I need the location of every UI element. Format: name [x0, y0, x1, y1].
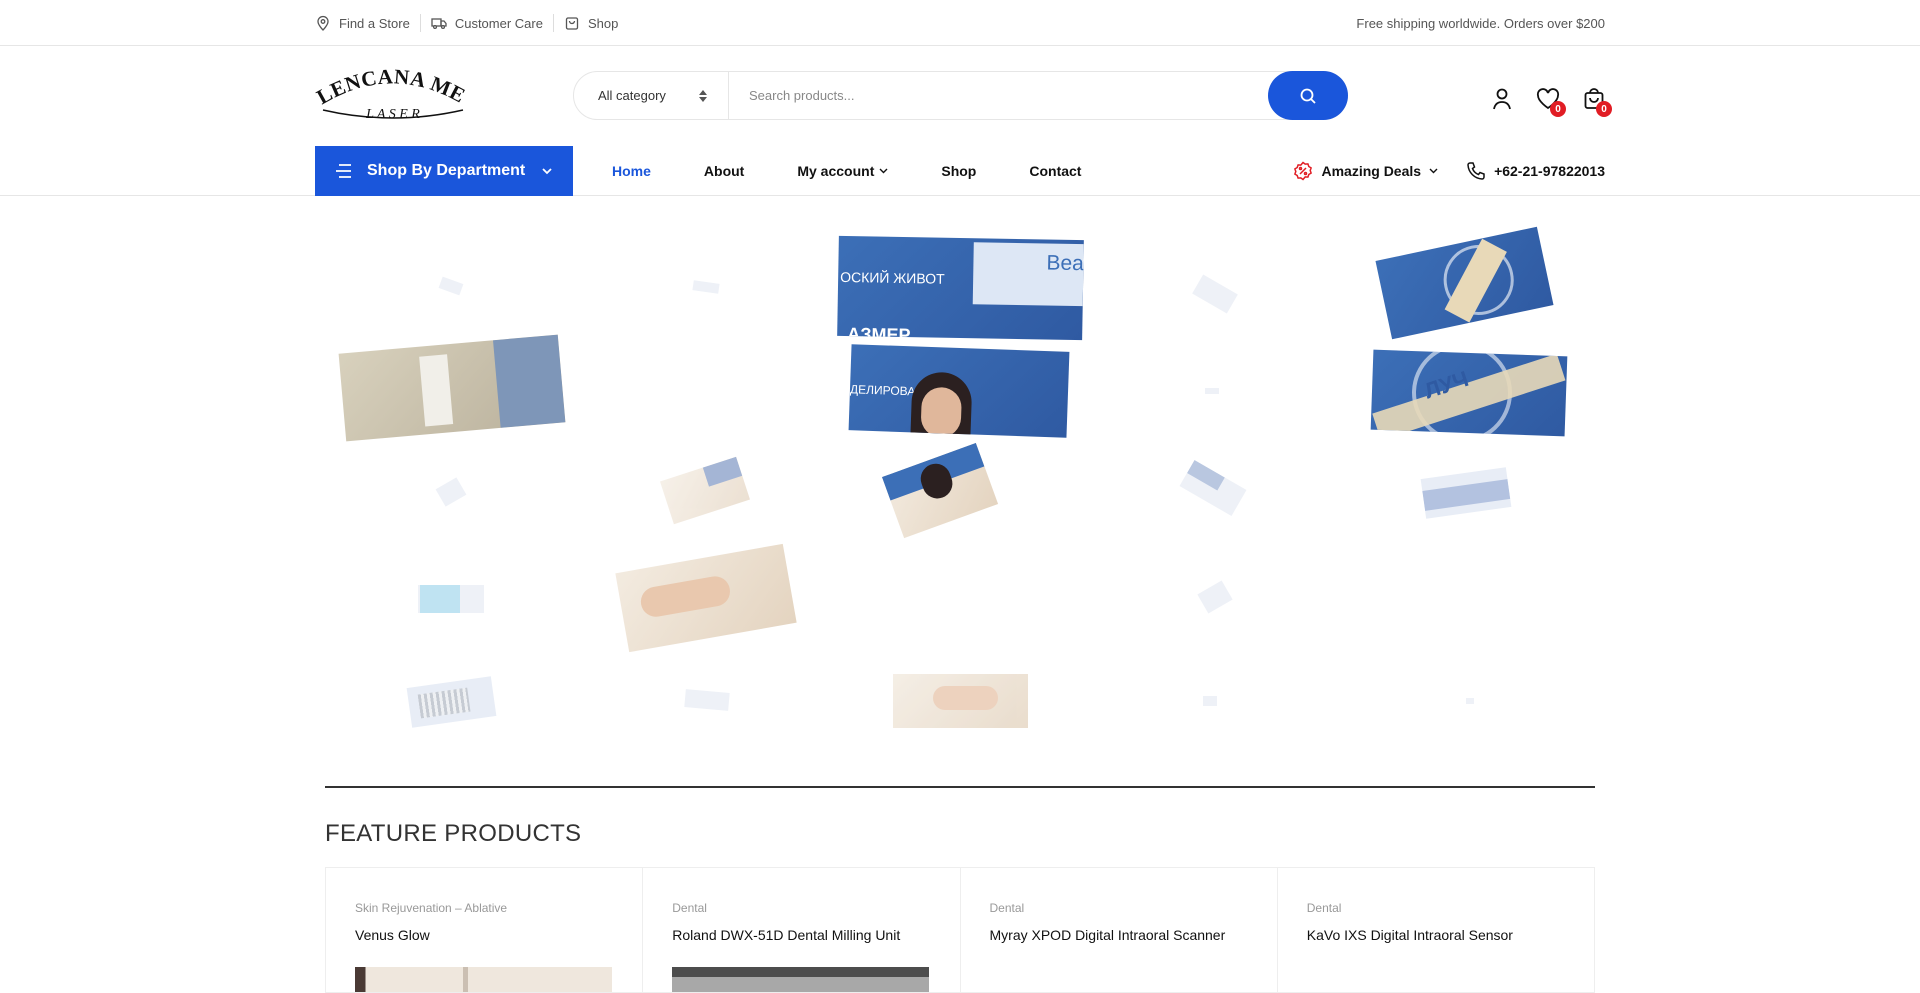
product-name[interactable]: Roland DWX-51D Dental Milling Unit — [672, 927, 929, 943]
hero-tile — [438, 276, 464, 296]
nav-item-shop[interactable]: Shop — [941, 163, 976, 179]
account-button[interactable] — [1490, 87, 1514, 111]
category-select-value: All category — [598, 88, 666, 103]
hero-slider[interactable]: Bea ОСКИЙ ЖИВОТ АЗМЕР ДЕЛИРОВА ЛУЧ — [315, 226, 1605, 738]
section-divider — [325, 786, 1595, 788]
logo-text: LENCANA MEDICAL — [315, 66, 469, 109]
search-icon — [1300, 88, 1316, 104]
banner-text-bottom: ДЕЛИРОВА — [849, 382, 916, 399]
shop-link[interactable]: Shop — [554, 15, 628, 31]
product-card[interactable]: Dental Roland DWX-51D Dental Milling Uni… — [643, 868, 961, 992]
hero-tile — [660, 456, 750, 525]
phone-icon — [1467, 162, 1485, 180]
main-nav: Shop By Department Home About My account… — [0, 146, 1920, 196]
product-card[interactable]: Dental KaVo IXS Digital Intraoral Sensor — [1278, 868, 1594, 992]
product-card[interactable]: Skin Rejuvenation – Ablative Venus Glow — [326, 868, 644, 992]
hero-tile — [615, 543, 797, 653]
hero-tile — [692, 280, 720, 294]
logo-subtext: L A S E R — [365, 107, 420, 122]
product-category[interactable]: Dental — [1307, 901, 1564, 915]
hero-tile — [893, 674, 1028, 728]
hero-tile — [435, 477, 467, 507]
product-name[interactable]: Venus Glow — [355, 927, 612, 943]
banner-text-top: ОСКИЙ ЖИВОТ — [840, 268, 945, 287]
product-grid: Skin Rejuvenation – Ablative Venus Glow … — [325, 867, 1595, 993]
svg-text:LENCANA MEDICAL: LENCANA MEDICAL — [315, 66, 470, 109]
product-image[interactable] — [355, 967, 612, 992]
shopping-bag-icon — [565, 17, 579, 30]
category-select[interactable]: All category — [574, 72, 729, 119]
customer-care-label: Customer Care — [454, 15, 543, 31]
menu-icon — [336, 164, 351, 178]
amazing-deals-dropdown[interactable]: Amazing Deals — [1293, 161, 1438, 181]
hero-tile — [406, 676, 497, 728]
hero-tile — [881, 442, 999, 539]
hero-tile: ЛУЧ — [1370, 349, 1568, 437]
section-title: FEATURE PRODUCTS — [325, 820, 582, 847]
hero-tile — [1375, 226, 1554, 340]
top-bar: Find a Store Customer Care Shop Free shi… — [0, 0, 1920, 46]
user-icon — [1493, 88, 1511, 110]
amazing-deals-label: Amazing Deals — [1321, 163, 1422, 179]
product-category[interactable]: Dental — [672, 901, 929, 915]
product-category[interactable]: Dental — [990, 901, 1247, 915]
nav-item-my-account[interactable]: My account — [797, 163, 888, 179]
department-label: Shop By Department — [367, 162, 526, 179]
header: LENCANA MEDICAL L A S E R All category 0 — [0, 46, 1920, 146]
hero-tile — [1420, 467, 1512, 519]
wishlist-count-badge: 0 — [1550, 101, 1566, 117]
product-category[interactable]: Skin Rejuvenation – Ablative — [355, 901, 612, 915]
banner-brand-text: Bea — [1046, 251, 1084, 276]
product-name[interactable]: KaVo IXS Digital Intraoral Sensor — [1307, 927, 1564, 943]
discount-badge-icon — [1294, 161, 1313, 181]
header-icons: 0 0 — [1490, 84, 1612, 117]
chevron-down-icon — [879, 168, 888, 174]
shop-label: Shop — [587, 15, 619, 31]
shipping-promo: Free shipping worldwide. Orders over $20… — [1356, 15, 1605, 31]
nav-item-contact[interactable]: Contact — [1029, 163, 1081, 179]
phone-link[interactable]: +62-21-97822013 — [1466, 161, 1605, 181]
search-button[interactable] — [1268, 71, 1348, 120]
cart-count-badge: 0 — [1596, 101, 1612, 117]
hero-tile — [1205, 388, 1219, 394]
banner-text-mid: АЗМЕР — [847, 324, 911, 341]
hero-tile — [1179, 460, 1247, 516]
nav-item-about[interactable]: About — [704, 163, 744, 179]
hero-tile — [1203, 696, 1217, 706]
logo[interactable]: LENCANA MEDICAL L A S E R — [315, 66, 470, 126]
hero-tile — [418, 585, 484, 613]
phone-number: +62-21-97822013 — [1494, 163, 1605, 179]
chevron-down-icon — [542, 168, 552, 175]
nav-item-my-account-label: My account — [797, 163, 875, 179]
hero-tile — [338, 334, 566, 442]
search-input[interactable] — [729, 72, 1347, 119]
find-store-link[interactable]: Find a Store — [315, 15, 420, 31]
map-pin-icon — [317, 15, 329, 31]
hero-tile: ДЕЛИРОВА — [848, 344, 1070, 438]
product-card[interactable]: Dental Myray XPOD Digital Intraoral Scan… — [961, 868, 1278, 992]
shop-by-department-button[interactable]: Shop By Department — [315, 146, 573, 196]
customer-care-link[interactable]: Customer Care — [421, 15, 553, 31]
chevron-down-icon — [1429, 168, 1438, 174]
cart-button[interactable]: 0 — [1582, 87, 1612, 117]
hero-tile: Bea ОСКИЙ ЖИВОТ АЗМЕР — [837, 235, 1084, 341]
top-links: Find a Store Customer Care Shop — [315, 0, 628, 46]
wishlist-button[interactable]: 0 — [1536, 87, 1566, 117]
truck-icon — [431, 18, 447, 30]
hero-tile — [1466, 698, 1474, 704]
find-store-label: Find a Store — [339, 15, 410, 31]
product-name[interactable]: Myray XPOD Digital Intraoral Scanner — [990, 927, 1247, 943]
search-bar: All category — [573, 71, 1348, 120]
sort-arrows-icon — [699, 89, 707, 102]
hero-tile — [684, 689, 730, 711]
hero-tile — [1197, 580, 1233, 614]
nav-menu: Home About My account Shop Contact — [612, 146, 1134, 196]
nav-item-home[interactable]: Home — [612, 163, 651, 179]
page: Find a Store Customer Care Shop Free shi… — [0, 0, 1920, 993]
nav-right: Amazing Deals +62-21-97822013 — [1293, 146, 1605, 196]
product-image[interactable] — [672, 967, 930, 992]
hero-tile — [1192, 274, 1238, 314]
